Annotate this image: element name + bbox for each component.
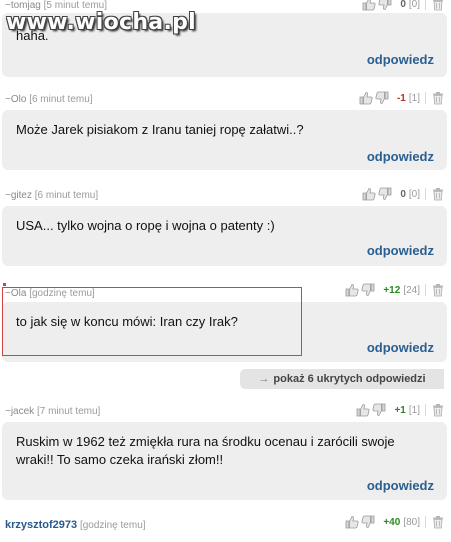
divider bbox=[425, 284, 426, 296]
comment-meta: krzysztof2973 [godzinę temu] bbox=[5, 519, 146, 531]
reply-button[interactable]: odpowiedz bbox=[367, 478, 434, 493]
trash-icon[interactable] bbox=[431, 283, 445, 297]
thumb-down-icon[interactable] bbox=[378, 0, 392, 11]
thumb-down-icon[interactable] bbox=[361, 283, 375, 297]
vote-score: 0 bbox=[400, 0, 406, 10]
thumb-up-icon[interactable] bbox=[345, 515, 359, 529]
divider bbox=[425, 0, 426, 10]
vote-score: +12 bbox=[383, 284, 401, 296]
vote-bar: +1 [1] bbox=[356, 403, 447, 417]
divider bbox=[425, 516, 426, 528]
vote-count: [1] bbox=[408, 404, 420, 416]
comment-text: USA... tylko wojna o ropę i wojna o pate… bbox=[16, 218, 275, 233]
vote-bar: +40 [80] bbox=[345, 515, 447, 529]
comment-meta: ~Ola [godzinę temu] bbox=[5, 288, 95, 299]
reply-button[interactable]: odpowiedz bbox=[367, 52, 434, 67]
thumb-down-icon[interactable] bbox=[361, 515, 375, 529]
thumb-down-icon[interactable] bbox=[372, 403, 386, 417]
comment-time: [godzinę temu] bbox=[79, 520, 146, 531]
comment-meta: ~Olo [6 minut temu] bbox=[5, 94, 93, 105]
thumb-up-icon[interactable] bbox=[345, 283, 359, 297]
vote-bar: 0 [0] bbox=[362, 187, 447, 201]
thumb-up-icon[interactable] bbox=[359, 91, 373, 105]
comment-text: Może Jarek pisiakom z Iranu taniej ropę … bbox=[16, 122, 304, 137]
comment-text: Ruskim w 1962 też zmiękła rura na środku… bbox=[16, 434, 395, 467]
vote-score: -1 bbox=[396, 92, 406, 104]
reply-button[interactable]: odpowiedz bbox=[367, 243, 434, 258]
thumb-up-icon[interactable] bbox=[362, 0, 376, 11]
divider bbox=[425, 188, 426, 200]
comment-meta: ~gitez [6 minut temu] bbox=[5, 190, 98, 201]
vote-bar: -1 [1] bbox=[359, 91, 447, 105]
vote-score: 0 bbox=[400, 188, 406, 200]
reply-button[interactable]: odpowiedz bbox=[367, 340, 434, 355]
show-hidden-replies-label: pokaż 6 ukrytych odpowiedzi bbox=[273, 373, 426, 385]
reply-button[interactable]: odpowiedz bbox=[367, 149, 434, 164]
comment-time: [6 minut temu] bbox=[34, 190, 99, 201]
trash-icon[interactable] bbox=[431, 515, 445, 529]
arrow-right-icon: → bbox=[258, 373, 270, 385]
vote-bar: +12 [24] bbox=[345, 283, 447, 297]
trash-icon[interactable] bbox=[431, 187, 445, 201]
comment-time: [6 minut temu] bbox=[29, 94, 93, 105]
thumb-down-icon[interactable] bbox=[375, 91, 389, 105]
divider bbox=[425, 404, 426, 416]
thumb-down-icon[interactable] bbox=[378, 187, 392, 201]
comment-bubble: Ruskim w 1962 też zmiękła rura na środku… bbox=[2, 422, 447, 500]
comment-meta: ~jacek [7 minut temu] bbox=[5, 406, 100, 417]
comment-text: to jak się w koncu mówi: Iran czy Irak? bbox=[16, 314, 238, 329]
vote-count: [1] bbox=[408, 92, 420, 104]
vote-score: +40 bbox=[383, 516, 401, 528]
comment-bubble: to jak się w koncu mówi: Iran czy Irak? … bbox=[2, 302, 447, 362]
vote-count: [0] bbox=[408, 188, 420, 200]
trash-icon[interactable] bbox=[431, 0, 445, 11]
comment-bubble: Może Jarek pisiakom z Iranu taniej ropę … bbox=[2, 110, 447, 170]
comment-bubble: USA... tylko wojna o ropę i wojna o pate… bbox=[2, 206, 447, 266]
trash-icon[interactable] bbox=[431, 91, 445, 105]
comment-author[interactable]: ~Ola bbox=[5, 288, 26, 299]
thumb-up-icon[interactable] bbox=[356, 403, 370, 417]
show-hidden-replies-button[interactable]: → pokaż 6 ukrytych odpowiedzi bbox=[240, 369, 444, 389]
site-watermark-logo: www.wiocha.pl bbox=[6, 10, 196, 35]
vote-count: [80] bbox=[403, 516, 420, 528]
comment-author[interactable]: ~jacek bbox=[5, 406, 34, 417]
vote-score: +1 bbox=[394, 404, 406, 416]
comment-time: [7 minut temu] bbox=[36, 406, 101, 417]
thumb-up-icon[interactable] bbox=[362, 187, 376, 201]
comment-author[interactable]: krzysztof2973 bbox=[5, 519, 77, 531]
comment-author[interactable]: ~Olo bbox=[5, 94, 26, 105]
highlight-marker bbox=[3, 283, 6, 286]
vote-count: [24] bbox=[403, 284, 420, 296]
vote-bar: 0 [0] bbox=[362, 0, 447, 11]
trash-icon[interactable] bbox=[431, 403, 445, 417]
comment-time: [godzinę temu] bbox=[29, 288, 95, 299]
divider bbox=[425, 92, 426, 104]
vote-count: [0] bbox=[408, 0, 420, 10]
comment-author[interactable]: ~gitez bbox=[5, 190, 32, 201]
